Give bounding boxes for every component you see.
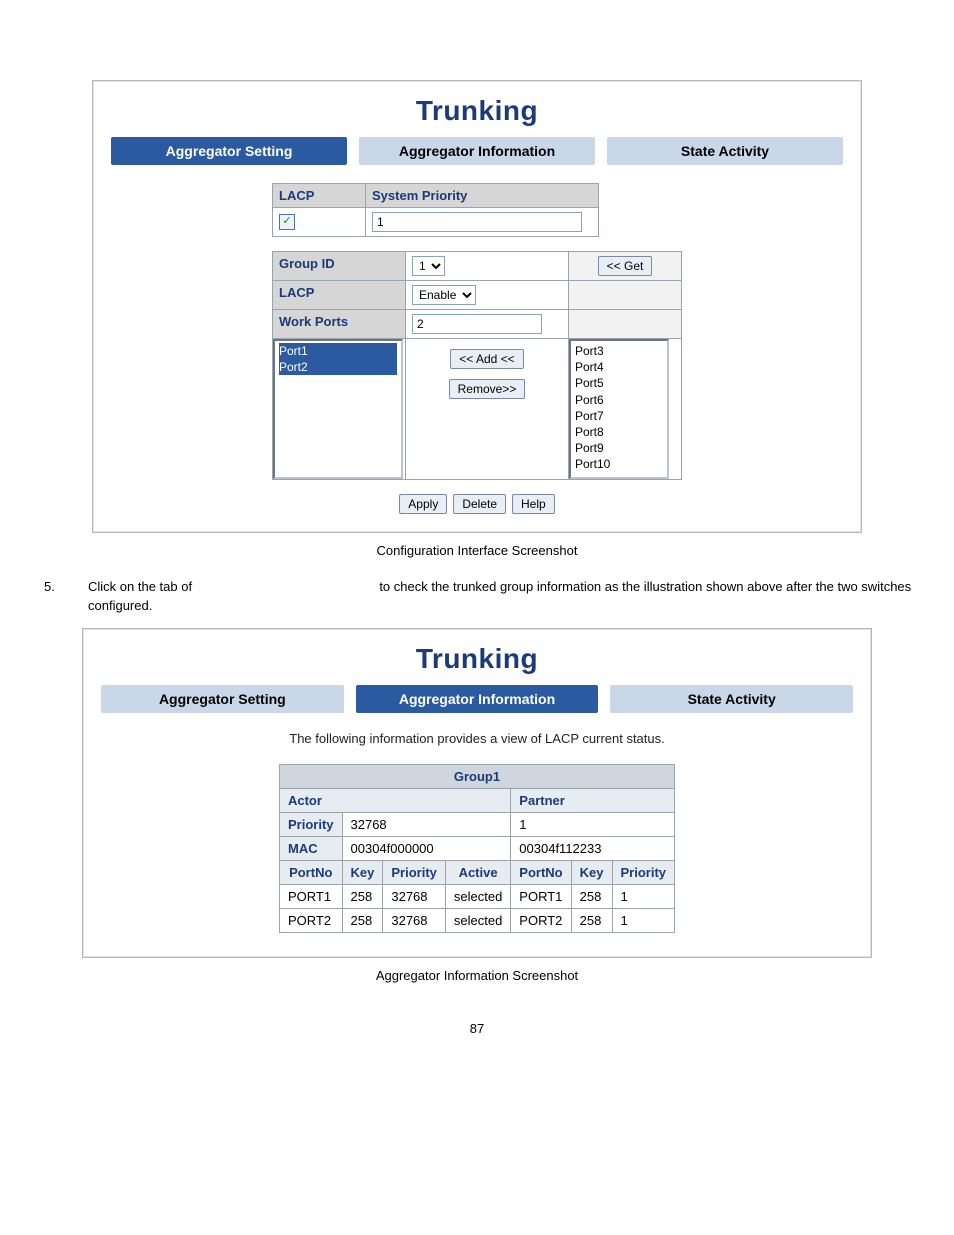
- cell: 32768: [383, 908, 446, 932]
- step-number: 5.: [44, 578, 66, 616]
- cell: selected: [445, 884, 510, 908]
- screenshot-aggregator-setting: Trunking Aggregator Setting Aggregator I…: [92, 80, 862, 533]
- help-button[interactable]: Help: [512, 494, 555, 514]
- cell: PORT1: [511, 884, 571, 908]
- selected-ports-list[interactable]: Port1 Port2: [273, 339, 403, 479]
- list-item[interactable]: Port9: [575, 440, 663, 456]
- table-row: PORT2 258 32768 selected PORT2 258 1: [279, 908, 674, 932]
- cell: 1: [612, 908, 675, 932]
- system-priority-input[interactable]: [372, 212, 582, 232]
- get-button[interactable]: << Get: [598, 256, 653, 276]
- table-row: PORT1 258 32768 selected PORT1 258 1: [279, 884, 674, 908]
- group-setting-table: Group ID 1 << Get LACP: [272, 251, 682, 480]
- screenshot-aggregator-information: Trunking Aggregator Setting Aggregator I…: [82, 628, 872, 958]
- col-actor-key: Key: [342, 860, 383, 884]
- tab-aggregator-setting[interactable]: Aggregator Setting: [101, 685, 344, 713]
- system-priority-header: System Priority: [366, 184, 599, 208]
- add-button[interactable]: << Add <<: [450, 349, 523, 369]
- cell: 258: [342, 908, 383, 932]
- tab-bar: Aggregator Setting Aggregator Informatio…: [97, 685, 857, 713]
- lacp-header: LACP: [273, 184, 366, 208]
- footer-button-row: Apply Delete Help: [272, 494, 682, 514]
- available-ports-list[interactable]: Port3 Port4 Port5 Port6 Port7 Port8 Port…: [569, 339, 669, 479]
- list-item[interactable]: Port10: [575, 456, 663, 472]
- screenshot-caption-2: Aggregator Information Screenshot: [40, 968, 914, 983]
- lacp-checkbox[interactable]: ✓: [279, 214, 295, 230]
- tab-aggregator-information[interactable]: Aggregator Information: [356, 685, 599, 713]
- list-item[interactable]: Port7: [575, 408, 663, 424]
- priority-label: Priority: [279, 812, 342, 836]
- list-item[interactable]: Port8: [575, 424, 663, 440]
- col-actor-priority: Priority: [383, 860, 446, 884]
- info-description: The following information provides a vie…: [97, 731, 857, 746]
- cell: 1: [612, 884, 675, 908]
- step-text-after: to check the trunked group information a…: [88, 579, 911, 613]
- tab-state-activity[interactable]: State Activity: [607, 137, 843, 165]
- col-actor-portno: PortNo: [279, 860, 342, 884]
- list-item[interactable]: Port5: [575, 375, 663, 391]
- work-ports-input[interactable]: [412, 314, 542, 334]
- partner-header: Partner: [511, 788, 675, 812]
- actor-header: Actor: [279, 788, 510, 812]
- screenshot-caption-1: Configuration Interface Screenshot: [40, 543, 914, 558]
- list-item[interactable]: Port2: [279, 359, 397, 375]
- col-partner-portno: PortNo: [511, 860, 571, 884]
- tab-aggregator-information[interactable]: Aggregator Information: [359, 137, 595, 165]
- lacp-row-label: LACP: [273, 281, 406, 310]
- partner-priority: 1: [511, 812, 675, 836]
- lacp-system-priority-table: LACP System Priority ✓: [272, 183, 599, 237]
- group-id-label: Group ID: [273, 252, 406, 281]
- group-info-table: Group1 Actor Partner Priority 32768 1 MA…: [279, 764, 675, 933]
- list-item[interactable]: Port1: [279, 343, 397, 359]
- cell: selected: [445, 908, 510, 932]
- list-item[interactable]: Port6: [575, 392, 663, 408]
- partner-mac: 00304f112233: [511, 836, 675, 860]
- col-partner-priority: Priority: [612, 860, 675, 884]
- page-title: Trunking: [97, 643, 857, 675]
- cell: PORT2: [511, 908, 571, 932]
- cell: PORT2: [279, 908, 342, 932]
- list-item[interactable]: Port4: [575, 359, 663, 375]
- apply-button[interactable]: Apply: [399, 494, 447, 514]
- actor-mac: 00304f000000: [342, 836, 511, 860]
- cell: PORT1: [279, 884, 342, 908]
- instruction-paragraph: 5. Click on the tab of to check the trun…: [44, 578, 914, 616]
- cell: 258: [342, 884, 383, 908]
- tab-aggregator-setting[interactable]: Aggregator Setting: [111, 137, 347, 165]
- delete-button[interactable]: Delete: [453, 494, 506, 514]
- page-title: Trunking: [107, 95, 847, 127]
- remove-button[interactable]: Remove>>: [449, 379, 526, 399]
- group-header: Group1: [279, 764, 674, 788]
- cell: 32768: [383, 884, 446, 908]
- list-item[interactable]: Port3: [575, 343, 663, 359]
- step-text-before: Click on the tab of: [88, 579, 192, 594]
- page-number: 87: [40, 1021, 914, 1036]
- tab-bar: Aggregator Setting Aggregator Informatio…: [107, 137, 847, 165]
- mac-label: MAC: [279, 836, 342, 860]
- lacp-enable-select[interactable]: Enable: [412, 285, 476, 305]
- col-partner-key: Key: [571, 860, 612, 884]
- tab-state-activity[interactable]: State Activity: [610, 685, 853, 713]
- work-ports-label: Work Ports: [273, 310, 406, 339]
- col-actor-active: Active: [445, 860, 510, 884]
- cell: 258: [571, 884, 612, 908]
- group-id-select[interactable]: 1: [412, 256, 445, 276]
- cell: 258: [571, 908, 612, 932]
- actor-priority: 32768: [342, 812, 511, 836]
